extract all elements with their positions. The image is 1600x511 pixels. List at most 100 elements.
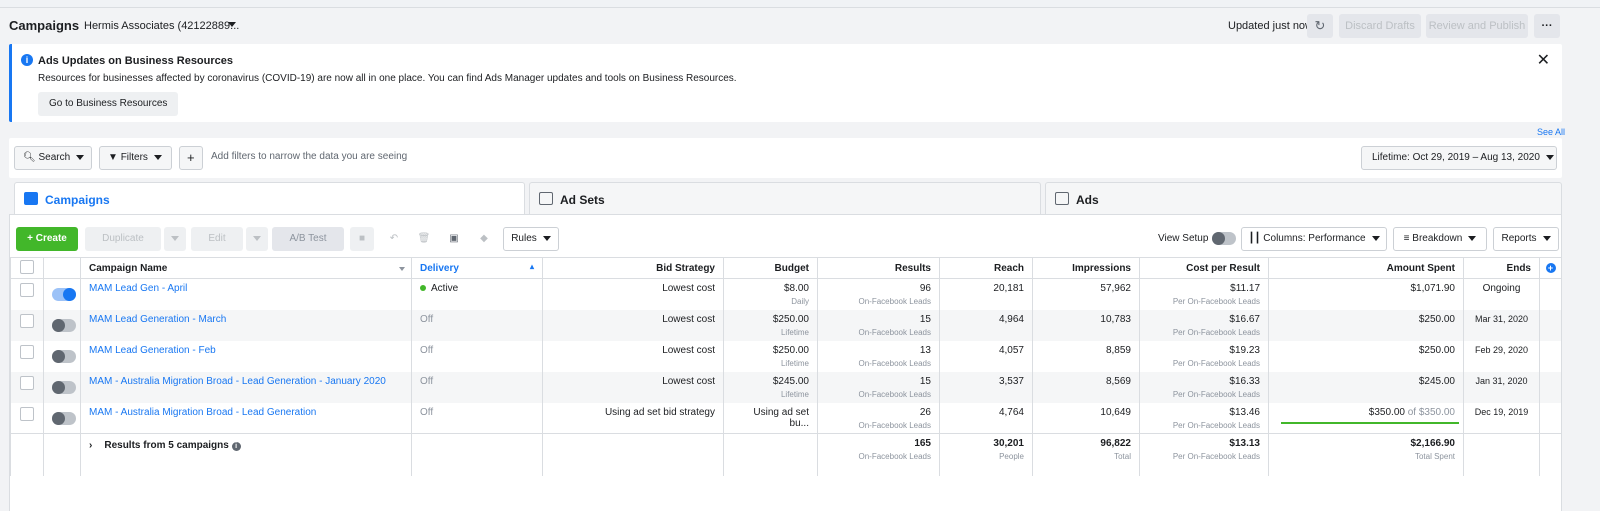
row-checkbox-cell[interactable] <box>10 371 44 403</box>
row-checkbox-cell[interactable] <box>10 340 44 372</box>
budget[interactable]: Using ad set bu... <box>723 402 818 434</box>
col-budget[interactable]: Budget <box>723 257 818 279</box>
row-checkbox[interactable] <box>20 313 34 328</box>
chevron-right-icon[interactable]: › <box>89 440 92 451</box>
business-resources-button[interactable]: Go to Business Resources <box>38 92 179 116</box>
campaign-name[interactable]: MAM Lead Generation - Feb <box>80 340 412 372</box>
delivery: Active <box>411 278 543 310</box>
value: Jan 31, 2020 <box>1475 375 1528 386</box>
row-toggle-cell[interactable] <box>43 340 81 372</box>
preview-button[interactable]: ▣ <box>442 227 466 251</box>
tag-button[interactable]: ◆ <box>472 227 496 251</box>
status-dot <box>420 285 426 292</box>
campaign-name[interactable]: MAM - Australia Migration Broad - Lead G… <box>80 402 412 434</box>
close-icon[interactable]: ✕ <box>1537 50 1550 70</box>
table-row[interactable]: MAM Lead Generation - Feb Off Lowest cost $… <box>10 340 1562 372</box>
reports-button[interactable]: Reports <box>1493 227 1559 251</box>
col-results[interactable]: Results <box>817 257 940 279</box>
rules-button[interactable]: Rules <box>503 227 559 251</box>
table-row[interactable]: MAM - Australia Migration Broad - Lead G… <box>10 402 1562 434</box>
filters-button[interactable]: ▼ Filters <box>99 146 172 170</box>
select-all-checkbox[interactable] <box>20 259 34 274</box>
row-checkbox-cell[interactable] <box>10 309 44 341</box>
edit-dropdown[interactable] <box>246 227 268 251</box>
col-cost-per-result[interactable]: Cost per Result <box>1139 257 1269 279</box>
totals-label: Results from 5 campaigns <box>104 440 229 451</box>
totals-label-cell[interactable]: › Results from 5 campaigns i <box>80 433 412 476</box>
row-toggle-cell[interactable] <box>43 371 81 403</box>
create-button[interactable]: + Create <box>16 227 78 251</box>
campaign-toggle[interactable] <box>52 411 76 425</box>
campaign-toggle[interactable] <box>52 288 76 301</box>
ab-test-button[interactable]: A/B Test <box>272 227 344 251</box>
value: $8.00 <box>783 283 809 294</box>
col-bid-strategy[interactable]: Bid Strategy <box>542 257 724 279</box>
table-row[interactable]: MAM Lead Gen - April Active Lowest cost $8.… <box>10 278 1562 310</box>
budget[interactable]: $245.00 Lifetime <box>723 371 818 403</box>
row-toggle-cell[interactable] <box>43 402 81 434</box>
budget[interactable]: $8.00 Daily <box>723 278 818 310</box>
col-reach[interactable]: Reach <box>939 257 1033 279</box>
see-all-link[interactable]: See All <box>1537 127 1565 137</box>
delete-button[interactable]: 🗑︎ <box>412 227 436 251</box>
columns-button[interactable]: ┃┃ Columns: Performance <box>1241 227 1387 251</box>
campaign-link[interactable]: MAM - Australia Migration Broad - Lead G… <box>89 407 316 418</box>
row-checkbox[interactable] <box>20 406 34 421</box>
row-checkbox[interactable] <box>20 375 34 390</box>
add-column-icon[interactable]: + <box>1545 262 1556 273</box>
more-options-button[interactable]: ··· <box>1534 14 1560 38</box>
undo-button[interactable]: ↶ <box>382 227 406 251</box>
view-setup-toggle[interactable] <box>1212 232 1236 245</box>
col-impressions[interactable]: Impressions <box>1032 257 1140 279</box>
row-checkbox-cell[interactable] <box>10 402 44 434</box>
campaign-name[interactable]: MAM - Australia Migration Broad - Lead G… <box>80 371 412 403</box>
duplicate-dropdown[interactable] <box>164 227 186 251</box>
campaign-link[interactable]: MAM Lead Gen - April <box>89 283 187 294</box>
select-all-cell[interactable] <box>10 257 44 279</box>
campaign-toggle[interactable] <box>52 349 76 363</box>
chevron-down-icon <box>542 235 551 241</box>
info-icon: i <box>21 54 33 66</box>
row-toggle-cell[interactable] <box>43 309 81 341</box>
campaign-name[interactable]: MAM Lead Gen - April <box>80 278 412 310</box>
row-checkbox[interactable] <box>20 283 34 297</box>
review-publish-button[interactable]: Review and Publish <box>1426 14 1528 38</box>
tab-campaigns[interactable]: Campaigns <box>14 182 525 216</box>
duplicate-button[interactable]: Duplicate <box>85 227 161 251</box>
row-toggle-cell[interactable] <box>43 278 81 310</box>
toggle-knob <box>52 380 65 394</box>
budget[interactable]: $250.00 Lifetime <box>723 340 818 372</box>
campaign-toggle[interactable] <box>52 318 76 332</box>
date-range-picker[interactable]: Lifetime: Oct 29, 2019 – Aug 13, 2020 <box>1361 146 1557 170</box>
refresh-button[interactable]: ↻ <box>1307 14 1333 38</box>
ends: Ongoing <box>1463 278 1540 310</box>
table-row[interactable]: MAM - Australia Migration Broad - Lead G… <box>10 371 1562 403</box>
col-delivery[interactable]: Delivery ▴ <box>411 257 543 279</box>
edit-button[interactable]: Edit <box>191 227 243 251</box>
budget[interactable]: $250.00 Lifetime <box>723 309 818 341</box>
impressions: 10,783 <box>1032 309 1140 341</box>
breakdown-button[interactable]: ≡ Breakdown <box>1393 227 1487 251</box>
table-row[interactable]: MAM Lead Generation - March Off Lowest cos… <box>10 309 1562 341</box>
campaign-link[interactable]: MAM - Australia Migration Broad - Lead G… <box>89 376 386 387</box>
tab-ads[interactable]: Ads <box>1045 182 1562 216</box>
row-checkbox-cell[interactable] <box>10 278 44 310</box>
row-checkbox[interactable] <box>20 344 34 359</box>
add-filter-button[interactable]: + <box>179 146 203 170</box>
account-selector[interactable]: Hermis Associates (42122889... <box>84 20 239 32</box>
campaigns-table: Campaign Name Delivery ▴ Bid Strategy Bud… <box>10 257 1562 476</box>
campaign-link[interactable]: MAM Lead Generation - March <box>89 314 226 325</box>
tab-ad-sets[interactable]: Ad Sets <box>529 182 1041 216</box>
search-button[interactable]: 🔍︎ Search <box>14 146 92 170</box>
col-ends[interactable]: Ends <box>1463 257 1540 279</box>
value: $250.00 <box>772 344 809 356</box>
campaign-link[interactable]: MAM Lead Generation - Feb <box>89 345 216 356</box>
campaign-toggle[interactable] <box>52 380 76 394</box>
discard-drafts-button[interactable]: Discard Drafts <box>1339 14 1421 38</box>
archive-button[interactable]: ■ <box>350 227 374 251</box>
col-campaign-name[interactable]: Campaign Name <box>80 257 412 279</box>
col-amount-spent[interactable]: Amount Spent <box>1268 257 1464 279</box>
chevron-down-icon[interactable] <box>228 22 236 27</box>
add-column-cell[interactable]: + <box>1539 257 1562 279</box>
campaign-name[interactable]: MAM Lead Generation - March <box>80 309 412 341</box>
